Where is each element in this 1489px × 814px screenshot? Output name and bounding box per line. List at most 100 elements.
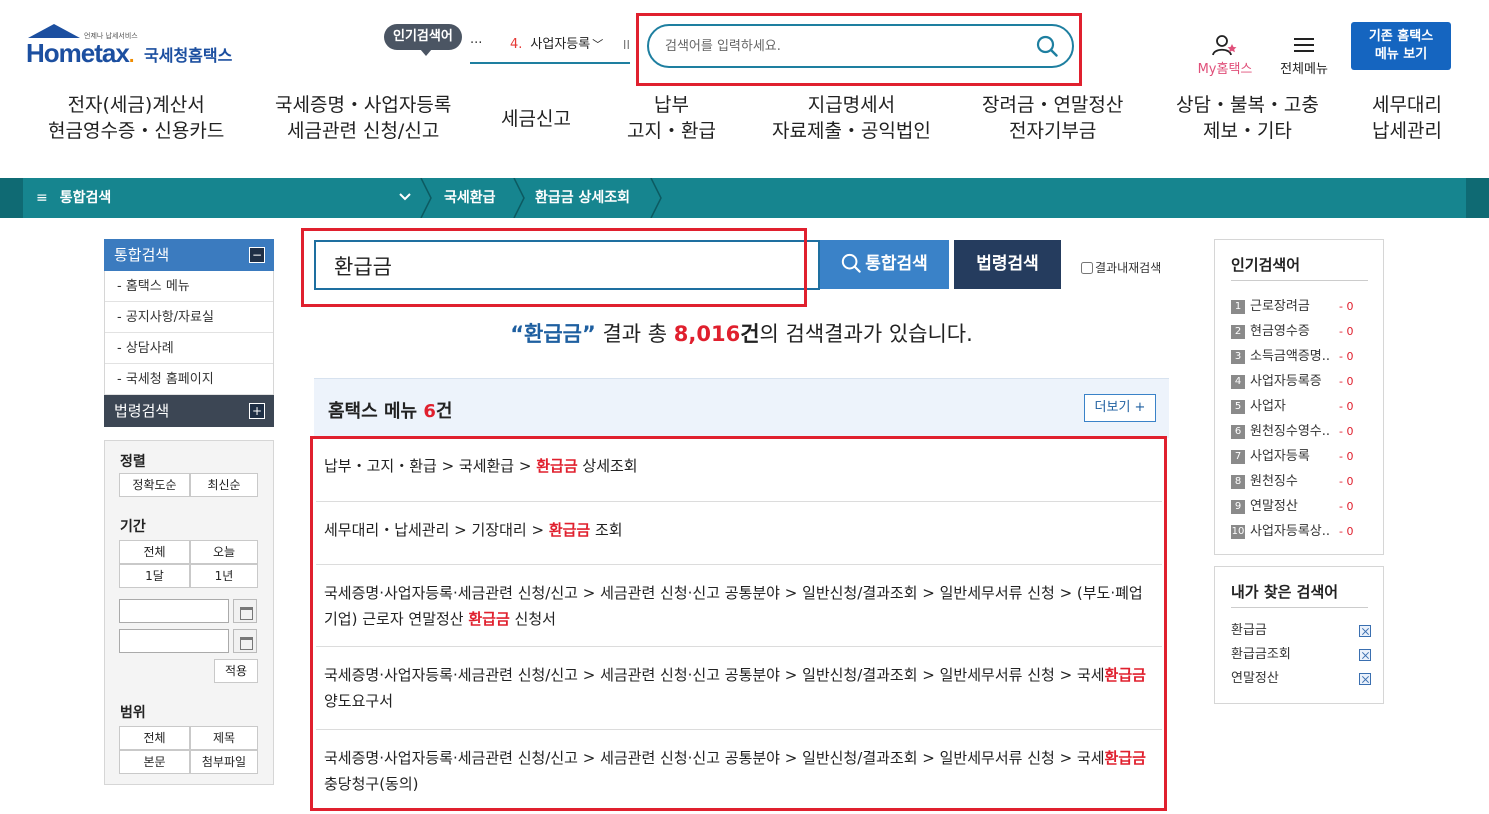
rank-change: - 0: [1339, 375, 1354, 388]
scope-attachment-button[interactable]: 첨부파일: [190, 750, 258, 774]
search-within-results[interactable]: 결과내재검색: [1081, 259, 1161, 276]
popular-keyword[interactable]: 연말정산: [1250, 497, 1342, 517]
sidebar-item-nts-homepage[interactable]: - 국세청 홈페이지: [105, 364, 273, 395]
summary-count: 8,016: [673, 322, 741, 346]
period-all-button[interactable]: 전체: [119, 540, 190, 564]
scope-body-button[interactable]: 본문: [119, 750, 190, 774]
gnb-item-e-invoice[interactable]: 전자(세금)계산서 현금영수증・신용카드: [48, 92, 224, 144]
my-hometax-label: My홈택스: [1197, 62, 1253, 77]
period-month-button[interactable]: 1달: [119, 564, 190, 588]
delete-icon[interactable]: [1359, 625, 1371, 637]
old-hometax-menu-button[interactable]: 기존 홈택스 메뉴 보기: [1351, 22, 1451, 70]
top-search-input[interactable]: [665, 36, 1015, 56]
rank-badge: 7: [1231, 450, 1245, 464]
left-sidebar: 통합검색 − - 홈택스 메뉴 - 공지사항/자료실 - 상담사례 - 국세청 홈…: [104, 239, 274, 427]
scope-title-button[interactable]: 제목: [190, 726, 258, 750]
top-search-box[interactable]: [647, 24, 1074, 68]
sort-label: 정렬: [120, 454, 146, 470]
popular-keyword[interactable]: 현금영수증: [1250, 322, 1342, 342]
chevron-down-icon[interactable]: [398, 190, 412, 204]
calendar-icon[interactable]: [233, 629, 257, 653]
gnb-item-payment[interactable]: 납부 고지・환급: [627, 92, 716, 144]
popular-keyword-row[interactable]: 2 현금영수증 - 0: [1231, 322, 1381, 342]
sidebar-item-consult-cases[interactable]: - 상담사례: [105, 333, 273, 364]
popular-keyword[interactable]: 사업자등록상..: [1250, 522, 1342, 542]
sidebar-law-search[interactable]: 법령검색 +: [104, 395, 274, 427]
popular-keyword-row[interactable]: 10 사업자등록상.. - 0: [1231, 522, 1381, 542]
popular-keyword[interactable]: 원천징수: [1250, 472, 1342, 492]
hometax-logo[interactable]: 언제나 납세서비스 Hometax. 국세청홈택스: [26, 24, 246, 72]
ticker-ellipsis: ···: [470, 36, 483, 51]
popular-keyword[interactable]: 사업자등록증: [1250, 372, 1342, 392]
ticker-keyword[interactable]: 사업자등록: [530, 37, 590, 52]
popular-keyword[interactable]: 원천징수영수..: [1250, 422, 1342, 442]
calendar-icon[interactable]: [233, 599, 257, 623]
gnb-item-tax-return[interactable]: 세금신고: [501, 106, 571, 132]
my-hometax-link[interactable]: My홈택스: [1194, 34, 1256, 77]
search-icon[interactable]: [1036, 35, 1058, 57]
popular-keyword[interactable]: 소득금액증명..: [1250, 347, 1342, 367]
gnb-item-certificates[interactable]: 국세증명・사업자등록 세금관련 신청/신고: [275, 92, 451, 144]
start-date-field[interactable]: [119, 599, 229, 623]
sidebar-item-hometax-menu[interactable]: - 홈택스 메뉴: [105, 271, 273, 302]
sort-accuracy-button[interactable]: 정확도순: [119, 473, 190, 497]
summary-text-after: 의 검색결과가 있습니다.: [759, 322, 973, 346]
delete-icon[interactable]: [1359, 649, 1371, 661]
expand-icon[interactable]: +: [249, 403, 265, 419]
summary-query: “환급금”: [510, 322, 596, 346]
law-search-button[interactable]: 법령검색: [954, 240, 1061, 289]
popular-keyword-ticker[interactable]: 4. 사업자등록 ﹀ II: [470, 26, 630, 64]
my-search-item[interactable]: 환급금조회: [1231, 645, 1371, 665]
popular-keyword-row[interactable]: 8 원천징수 - 0: [1231, 472, 1381, 492]
search-within-checkbox[interactable]: [1081, 262, 1093, 274]
rank-badge: 9: [1231, 500, 1245, 514]
global-navigation: 전자(세금)계산서 현금영수증・신용카드 국세증명・사업자등록 세금관련 신청/신고…: [0, 92, 1489, 148]
period-today-button[interactable]: 오늘: [190, 540, 258, 564]
user-icon: [1212, 35, 1237, 56]
popular-keyword-row[interactable]: 1 근로장려금 - 0: [1231, 297, 1381, 317]
breadcrumb-refund-detail[interactable]: 환급금 상세조회: [535, 178, 630, 218]
gnb-item-incentives[interactable]: 장려금・연말정산 전자기부금: [982, 92, 1123, 144]
gnb-item-statements[interactable]: 지급명세서 자료제출・공익법인: [772, 92, 931, 144]
my-search-item[interactable]: 환급금: [1231, 621, 1371, 641]
popular-keyword[interactable]: 사업자: [1250, 397, 1342, 417]
rank-badge: 6: [1231, 425, 1245, 439]
period-year-button[interactable]: 1년: [190, 564, 258, 588]
apply-button[interactable]: 적용: [214, 659, 258, 683]
hamburger-icon: [1294, 38, 1314, 52]
pause-icon[interactable]: II: [623, 26, 630, 64]
delete-icon[interactable]: [1359, 673, 1371, 685]
popular-keyword[interactable]: 사업자등록: [1250, 447, 1342, 467]
popular-keyword[interactable]: 근로장려금: [1250, 297, 1342, 317]
sidebar-list: - 홈택스 메뉴 - 공지사항/자료실 - 상담사례 - 국세청 홈페이지: [104, 271, 274, 395]
chevron-down-icon[interactable]: ﹀: [592, 38, 603, 51]
summary-unit: 건: [740, 322, 760, 346]
sort-latest-button[interactable]: 최신순: [190, 473, 258, 497]
popular-keyword-row[interactable]: 6 원천징수영수.. - 0: [1231, 422, 1381, 442]
popular-keyword-row[interactable]: 5 사업자 - 0: [1231, 397, 1381, 417]
my-search-item[interactable]: 연말정산: [1231, 669, 1371, 689]
sidebar-total-search[interactable]: 통합검색 −: [104, 239, 274, 271]
all-menu-label: 전체메뉴: [1280, 62, 1328, 77]
scope-all-button[interactable]: 전체: [119, 726, 190, 750]
old-menu-line2: 메뉴 보기: [1374, 47, 1428, 62]
summary-text-before: 결과 총: [595, 322, 674, 346]
location-menu-toggle[interactable]: ≡ 통합검색: [36, 178, 111, 218]
sidebar-item-notices[interactable]: - 공지사항/자료실: [105, 302, 273, 333]
rank-change: - 0: [1339, 475, 1354, 488]
end-date-field[interactable]: [119, 629, 229, 653]
rank-badge: 1: [1231, 300, 1245, 314]
breadcrumb-national-refund[interactable]: 국세환급: [444, 178, 496, 218]
all-menu-button[interactable]: 전체메뉴: [1276, 34, 1332, 77]
popular-keyword-row[interactable]: 9 연말정산 - 0: [1231, 497, 1381, 517]
gnb-item-consulting[interactable]: 상담・불복・고충 제보・기타: [1176, 92, 1319, 144]
popular-keyword-row[interactable]: 4 사업자등록증 - 0: [1231, 372, 1381, 392]
collapse-icon[interactable]: −: [249, 247, 265, 263]
more-button[interactable]: 더보기 +: [1084, 394, 1156, 422]
my-searches-box: 내가 찾은 검색어 환급금 환급금조회 연말정산: [1214, 566, 1384, 704]
popular-keyword-row[interactable]: 7 사업자등록 - 0: [1231, 447, 1381, 467]
popular-keyword-row[interactable]: 3 소득금액증명.. - 0: [1231, 347, 1381, 367]
scope-label: 범위: [120, 705, 146, 721]
gnb-item-tax-agent[interactable]: 세무대리 납세관리: [1372, 92, 1442, 144]
total-search-button[interactable]: 통합검색: [820, 240, 949, 289]
